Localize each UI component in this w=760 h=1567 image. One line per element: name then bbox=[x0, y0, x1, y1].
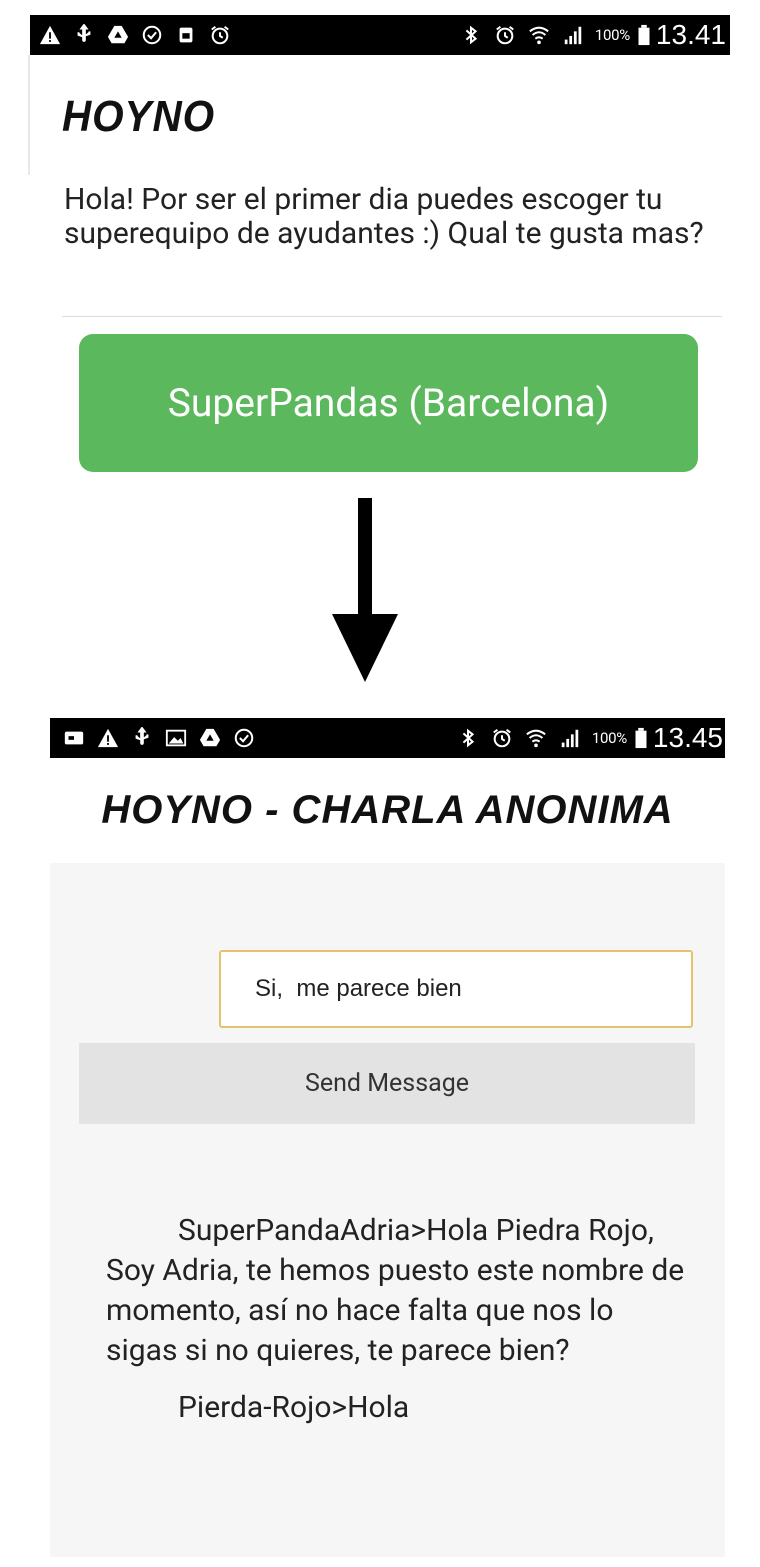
battery-icon bbox=[633, 726, 649, 750]
status-bar: 100% 13.41 bbox=[30, 15, 730, 55]
warning-icon bbox=[38, 23, 62, 47]
alarm-icon bbox=[490, 726, 514, 750]
check-circle-icon bbox=[140, 23, 164, 47]
warning-icon bbox=[96, 726, 120, 750]
sim-icon bbox=[174, 23, 198, 47]
alarm-icon bbox=[493, 23, 517, 47]
send-message-button[interactable]: Send Message bbox=[79, 1043, 695, 1124]
select-team-button[interactable]: SuperPandas (Barcelona) bbox=[79, 334, 698, 472]
chat-message: Pierda-Rojo>Hola bbox=[178, 1390, 410, 1425]
clock: 13.41 bbox=[655, 19, 726, 50]
divider bbox=[62, 316, 722, 317]
battery-icon bbox=[636, 23, 652, 47]
battery-percent: 100% bbox=[594, 26, 630, 44]
bluetooth-icon bbox=[459, 23, 483, 47]
drive-icon bbox=[106, 23, 130, 47]
image-icon bbox=[164, 726, 188, 750]
signal-icon bbox=[561, 23, 585, 47]
bluetooth-icon bbox=[456, 726, 480, 750]
drive-icon bbox=[198, 726, 222, 750]
screen-edge bbox=[28, 55, 30, 175]
status-bar: 100% 13.45 bbox=[50, 718, 725, 758]
arrow-down-icon bbox=[332, 498, 398, 682]
usb-icon bbox=[72, 23, 96, 47]
battery-percent: 100% bbox=[591, 729, 627, 747]
usb-icon bbox=[130, 726, 154, 750]
wifi-icon bbox=[524, 726, 548, 750]
check-circle-icon bbox=[232, 726, 256, 750]
clock: 13.45 bbox=[652, 722, 723, 753]
message-icon bbox=[62, 726, 86, 750]
app-title: HOYNO bbox=[62, 92, 216, 141]
chat-page-title: HOYNO - CHARLA ANONIMA bbox=[101, 788, 674, 832]
alarm-icon bbox=[208, 23, 232, 47]
wifi-icon bbox=[527, 23, 551, 47]
signal-icon bbox=[558, 726, 582, 750]
chat-log: SuperPandaAdria>Hola Piedra Rojo, Soy Ad… bbox=[106, 1211, 691, 1428]
intro-message: Hola! Por ser el primer dia puedes escog… bbox=[64, 182, 704, 251]
chat-panel: Send Message SuperPandaAdria>Hola Piedra… bbox=[50, 863, 725, 1557]
chat-message: SuperPandaAdria>Hola Piedra Rojo, Soy Ad… bbox=[106, 1213, 685, 1368]
message-input[interactable] bbox=[219, 950, 693, 1028]
